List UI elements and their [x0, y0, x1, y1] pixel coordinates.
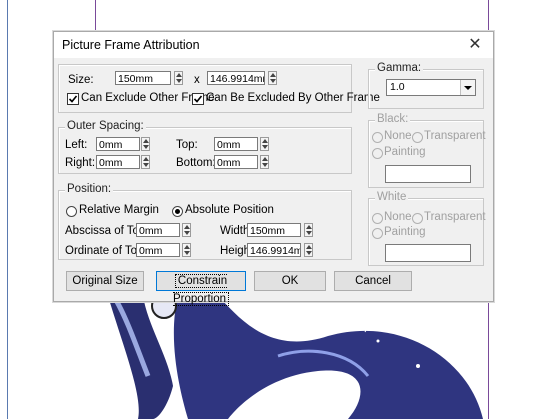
- black-color-field[interactable]: [385, 165, 471, 183]
- gamma-select[interactable]: 1.0: [386, 79, 476, 96]
- outer-spacing-group: Outer Spacing: Left: 0mm Top: 0mm Right:…: [58, 120, 352, 174]
- size-height-spinner[interactable]: [268, 71, 277, 85]
- dialog-title-bar[interactable]: Picture Frame Attribution ✕: [54, 32, 493, 58]
- gamma-group: Gamma: 1.0: [368, 62, 484, 109]
- left-spinner[interactable]: [141, 137, 150, 151]
- close-button[interactable]: ✕: [464, 35, 486, 55]
- constrain-proportion-button[interactable]: Constrain Proportion: [156, 271, 246, 306]
- original-size-button[interactable]: Original Size: [66, 271, 144, 291]
- ok-label: OK: [281, 275, 299, 287]
- black-painting-label: Painting: [384, 146, 426, 158]
- frame-guide-right: [488, 0, 489, 34]
- size-width-spinner[interactable]: [174, 71, 183, 85]
- ordinate-spinner[interactable]: [182, 243, 191, 257]
- white-group: White None Transparent Painting: [368, 191, 486, 266]
- white-color-field[interactable]: [385, 244, 471, 262]
- ordinate-field[interactable]: 0mm: [136, 243, 180, 257]
- abscissa-label: Abscissa of Top: [65, 225, 146, 237]
- check-icon: [193, 95, 203, 103]
- size-group: Size: 150mm x 146.9914mm Can Exclude Oth…: [58, 64, 380, 113]
- cancel-label: Cancel: [355, 275, 391, 287]
- right-label: Right:: [65, 157, 96, 169]
- black-transparent-label: Transparent: [424, 130, 486, 142]
- frame-guide-right-lower: [488, 300, 489, 419]
- white-transparent-radio[interactable]: [412, 213, 423, 224]
- close-icon: ✕: [468, 36, 482, 53]
- width-spinner[interactable]: [304, 223, 313, 237]
- black-none-label: None: [384, 130, 412, 142]
- outer-spacing-label: Outer Spacing:: [65, 120, 146, 132]
- abscissa-spinner[interactable]: [182, 223, 191, 237]
- can-exclude-checkbox[interactable]: [67, 93, 79, 105]
- black-transparent-radio[interactable]: [412, 132, 423, 143]
- can-be-excluded-label: Can Be Excluded By Other Frame: [206, 92, 380, 104]
- black-label: Black:: [375, 113, 411, 125]
- relative-margin-radio[interactable]: [66, 206, 77, 217]
- black-painting-radio[interactable]: [372, 148, 383, 159]
- white-none-label: None: [384, 211, 412, 223]
- ordinate-label: Ordinate of Top: [65, 245, 144, 257]
- top-field[interactable]: 0mm: [214, 137, 258, 151]
- top-label: Top:: [176, 139, 198, 151]
- width-field[interactable]: 150mm: [247, 223, 301, 237]
- size-height-field[interactable]: 146.9914mm: [207, 71, 265, 85]
- white-none-radio[interactable]: [372, 213, 383, 224]
- black-group: Black: None Transparent Painting: [368, 113, 486, 188]
- relative-margin-label: Relative Margin: [79, 204, 159, 216]
- height-spinner[interactable]: [304, 243, 313, 257]
- absolute-position-radio[interactable]: [172, 206, 183, 217]
- width-label: Width: [220, 225, 250, 237]
- left-label: Left:: [65, 139, 88, 151]
- dialog-title: Picture Frame Attribution: [62, 38, 200, 52]
- bottom-spinner[interactable]: [260, 155, 269, 169]
- page-border-left: [7, 0, 8, 419]
- size-label: Size:: [68, 74, 94, 86]
- constrain-proportion-label: Constrain Proportion: [172, 274, 230, 306]
- left-field[interactable]: 0mm: [96, 137, 140, 151]
- can-be-excluded-checkbox[interactable]: [192, 93, 204, 105]
- original-size-label: Original Size: [72, 275, 138, 287]
- gamma-label: Gamma:: [375, 62, 424, 74]
- right-field[interactable]: 0mm: [96, 155, 140, 169]
- abscissa-field[interactable]: 0mm: [136, 223, 180, 237]
- size-width-field[interactable]: 150mm: [115, 71, 171, 85]
- cancel-button[interactable]: Cancel: [334, 271, 412, 291]
- bottom-field[interactable]: 0mm: [214, 155, 258, 169]
- position-group: Position: Relative Margin Absolute Posit…: [58, 183, 352, 260]
- ok-button[interactable]: OK: [254, 271, 326, 291]
- artwork-image[interactable]: [68, 296, 488, 419]
- bottom-label: Bottom:: [176, 157, 216, 169]
- gamma-value: 1.0: [390, 81, 405, 93]
- position-label: Position:: [65, 183, 114, 195]
- picture-frame-dialog: Picture Frame Attribution ✕ Size: 150mm …: [53, 31, 494, 306]
- black-none-radio[interactable]: [372, 132, 383, 143]
- top-spinner[interactable]: [260, 137, 269, 151]
- absolute-position-label: Absolute Position: [185, 204, 274, 216]
- frame-guide-left: [95, 0, 96, 34]
- white-transparent-label: Transparent: [424, 211, 486, 223]
- chevron-down-icon[interactable]: [460, 80, 475, 95]
- size-times-label: x: [194, 74, 200, 86]
- height-field[interactable]: 146.9914mm: [247, 243, 301, 257]
- right-spinner[interactable]: [141, 155, 150, 169]
- check-icon: [68, 95, 78, 103]
- white-painting-radio[interactable]: [372, 228, 383, 239]
- white-painting-label: Painting: [384, 226, 426, 238]
- white-label: White: [375, 191, 409, 203]
